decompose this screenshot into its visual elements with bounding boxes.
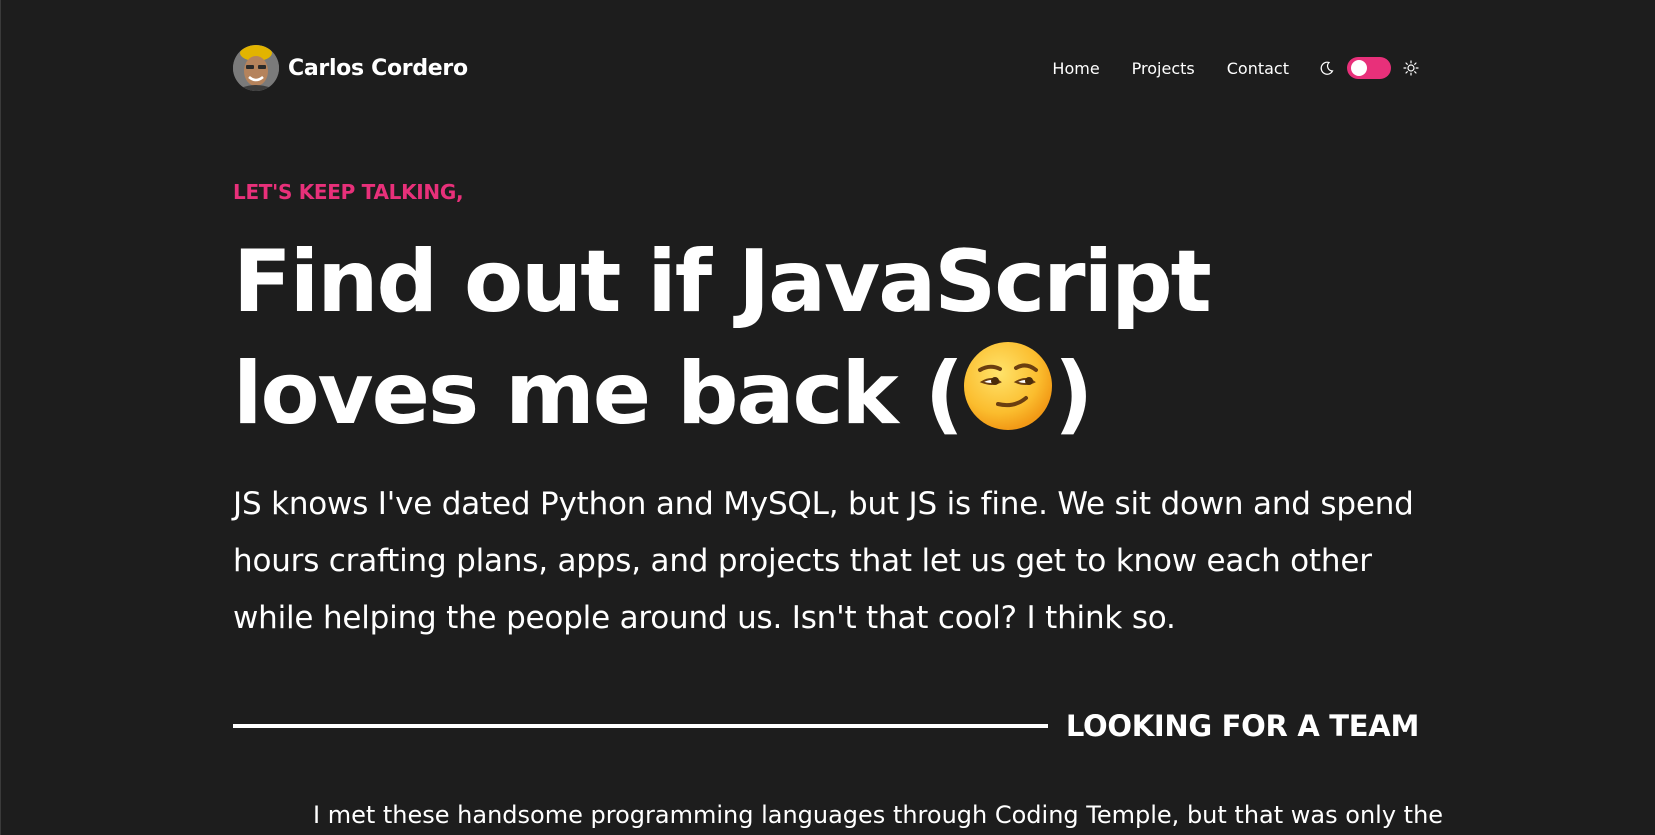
hero-intro: JS knows I've dated Python and MySQL, bu… (233, 486, 1414, 636)
headline-line-1: Find out if JavaScript (233, 232, 1212, 332)
headline-open-paren: ( (924, 344, 964, 444)
brand-name: Carlos Cordero (288, 55, 468, 81)
section-body: I met these handsome programming languag… (313, 801, 1444, 829)
main-nav: Home Projects Contact (1052, 57, 1419, 79)
section-header: LOOKING FOR A TEAM (233, 706, 1419, 746)
theme-toggle (1319, 57, 1419, 79)
nav-projects-link[interactable]: Projects (1132, 59, 1195, 78)
hero-eyebrow: LET'S KEEP TALKING, (233, 180, 464, 204)
section-title: LOOKING FOR A TEAM (1065, 709, 1419, 743)
nav-contact-link[interactable]: Contact (1227, 59, 1289, 78)
theme-toggle-switch[interactable] (1347, 57, 1391, 79)
hero-headline: Find out if JavaScript loves me back () (233, 226, 1419, 459)
avatar (233, 45, 279, 91)
sun-icon (1403, 60, 1419, 76)
moon-icon (1319, 60, 1335, 76)
nav-home-link[interactable]: Home (1052, 59, 1099, 78)
headline-line-2: loves me back (233, 344, 899, 444)
page: Carlos Cordero Home Projects Contact LET… (0, 0, 1655, 835)
brand[interactable]: Carlos Cordero (233, 45, 468, 91)
site-header: Carlos Cordero Home Projects Contact (233, 44, 1419, 92)
section-divider (233, 724, 1048, 728)
headline-close-paren: ) (1054, 344, 1093, 444)
toggle-knob (1351, 60, 1367, 76)
smirking-face-icon (962, 340, 1054, 459)
